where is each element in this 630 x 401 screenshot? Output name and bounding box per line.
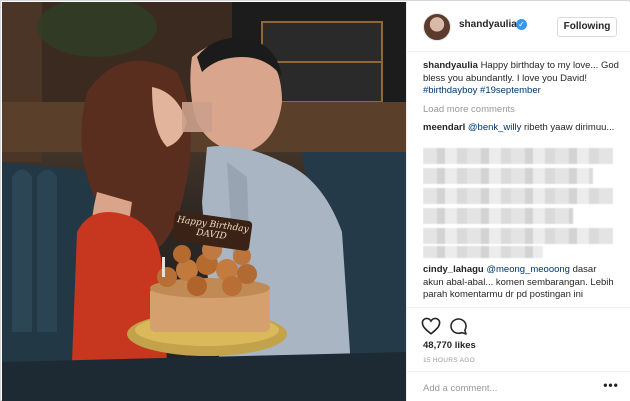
comment-text: ribeth yaaw dirimuu... bbox=[524, 122, 615, 133]
blurred-comment bbox=[423, 208, 573, 224]
comment-username[interactable]: meendarl bbox=[423, 122, 465, 133]
avatar[interactable] bbox=[423, 13, 451, 41]
post-side-panel: shandyaulia ✓ Following shandyaulia Happ… bbox=[406, 2, 630, 401]
following-button[interactable]: Following bbox=[557, 17, 617, 37]
comment-item: cindy_lahagu @meong_meooong dasar akun a… bbox=[423, 264, 619, 302]
post-username[interactable]: shandyaulia bbox=[459, 19, 517, 30]
caption-username[interactable]: shandyaulia bbox=[423, 60, 478, 71]
blurred-comment bbox=[423, 228, 613, 244]
caption: shandyaulia Happy birthday to my love...… bbox=[423, 60, 619, 98]
likes-count[interactable]: 48,770 likes bbox=[423, 340, 476, 351]
heart-icon[interactable] bbox=[421, 317, 441, 335]
comment-item: meendarl @benk_willy ribeth yaaw dirimuu… bbox=[423, 122, 619, 135]
post-timestamp: 15 HOURS AGO bbox=[423, 357, 476, 364]
blurred-comment bbox=[423, 246, 543, 258]
comment-bubble-icon[interactable] bbox=[449, 317, 468, 336]
add-comment-bar: ••• bbox=[407, 371, 630, 401]
instagram-post: Happy Birthday DAVID shandyaulia ✓ Follo… bbox=[0, 0, 630, 401]
verified-badge-icon: ✓ bbox=[516, 19, 527, 30]
blurred-comment bbox=[423, 148, 613, 164]
caption-hashtags[interactable]: #birthdayboy #19september bbox=[423, 85, 541, 96]
comment-mention[interactable]: @meong_meooong bbox=[486, 264, 570, 275]
post-header: shandyaulia ✓ Following bbox=[407, 2, 630, 52]
more-options-icon[interactable]: ••• bbox=[603, 379, 619, 393]
post-actions: 48,770 likes 15 HOURS AGO ••• bbox=[407, 307, 630, 401]
blurred-comment bbox=[423, 188, 613, 204]
load-more-comments-link[interactable]: Load more comments bbox=[423, 104, 515, 117]
comment-username[interactable]: cindy_lahagu bbox=[423, 264, 484, 275]
photo-illustration bbox=[2, 2, 406, 401]
blurred-comment bbox=[423, 168, 593, 184]
add-comment-input[interactable] bbox=[423, 381, 593, 395]
post-photo[interactable]: Happy Birthday DAVID bbox=[2, 2, 406, 401]
comment-mention[interactable]: @benk_willy bbox=[468, 122, 521, 133]
comments-section: shandyaulia Happy birthday to my love...… bbox=[423, 60, 623, 310]
